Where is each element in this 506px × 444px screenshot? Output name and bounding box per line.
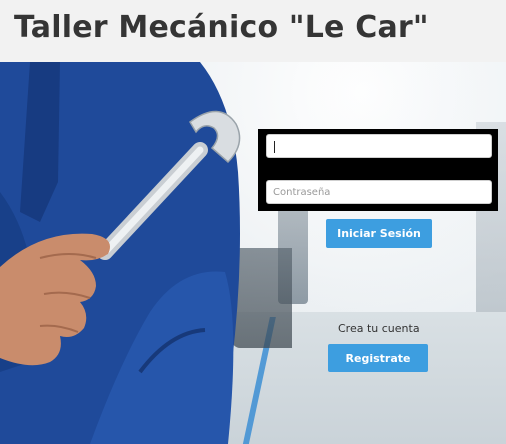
login-button[interactable]: Iniciar Sesión bbox=[326, 219, 432, 248]
hero-image bbox=[0, 62, 506, 444]
page-header: Taller Mecánico "Le Car" bbox=[0, 0, 506, 62]
mechanic-illustration bbox=[0, 62, 241, 444]
create-account-text: Crea tu cuenta bbox=[338, 322, 420, 335]
register-button[interactable]: Registrate bbox=[328, 344, 428, 372]
text-cursor bbox=[274, 141, 275, 153]
login-form bbox=[258, 129, 498, 211]
password-input[interactable] bbox=[266, 180, 492, 204]
username-input[interactable] bbox=[266, 134, 492, 158]
page-title: Taller Mecánico "Le Car" bbox=[14, 10, 429, 45]
form-divider bbox=[258, 159, 498, 177]
